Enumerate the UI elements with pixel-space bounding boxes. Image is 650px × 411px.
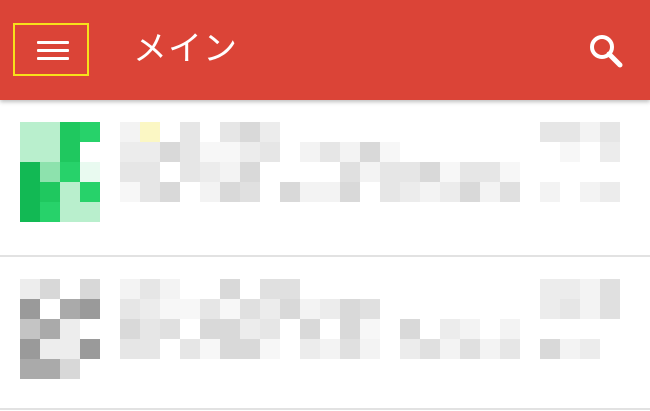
list-item[interactable] [0, 257, 650, 411]
meta-block [540, 279, 620, 299]
meta-block [540, 122, 620, 142]
meta-block [540, 142, 620, 162]
menu-button[interactable] [13, 23, 89, 76]
meta-block [540, 182, 620, 202]
search-icon [590, 35, 623, 68]
text-line [120, 162, 520, 182]
divider [0, 408, 650, 410]
search-button[interactable] [580, 26, 628, 74]
meta-block [540, 299, 620, 319]
text-line [120, 339, 520, 359]
text-line [120, 279, 300, 299]
meta-block [540, 339, 620, 359]
text-line [120, 182, 520, 202]
message-list [0, 100, 650, 411]
avatar [20, 122, 100, 222]
hamburger-menu-icon [37, 41, 69, 60]
text-line [120, 122, 300, 142]
list-item[interactable] [0, 100, 650, 255]
text-line [120, 319, 520, 339]
page-title: メイン [133, 29, 238, 69]
app-bar: メイン [0, 0, 650, 100]
avatar [20, 279, 100, 379]
text-line [120, 142, 400, 162]
text-line [120, 299, 400, 319]
